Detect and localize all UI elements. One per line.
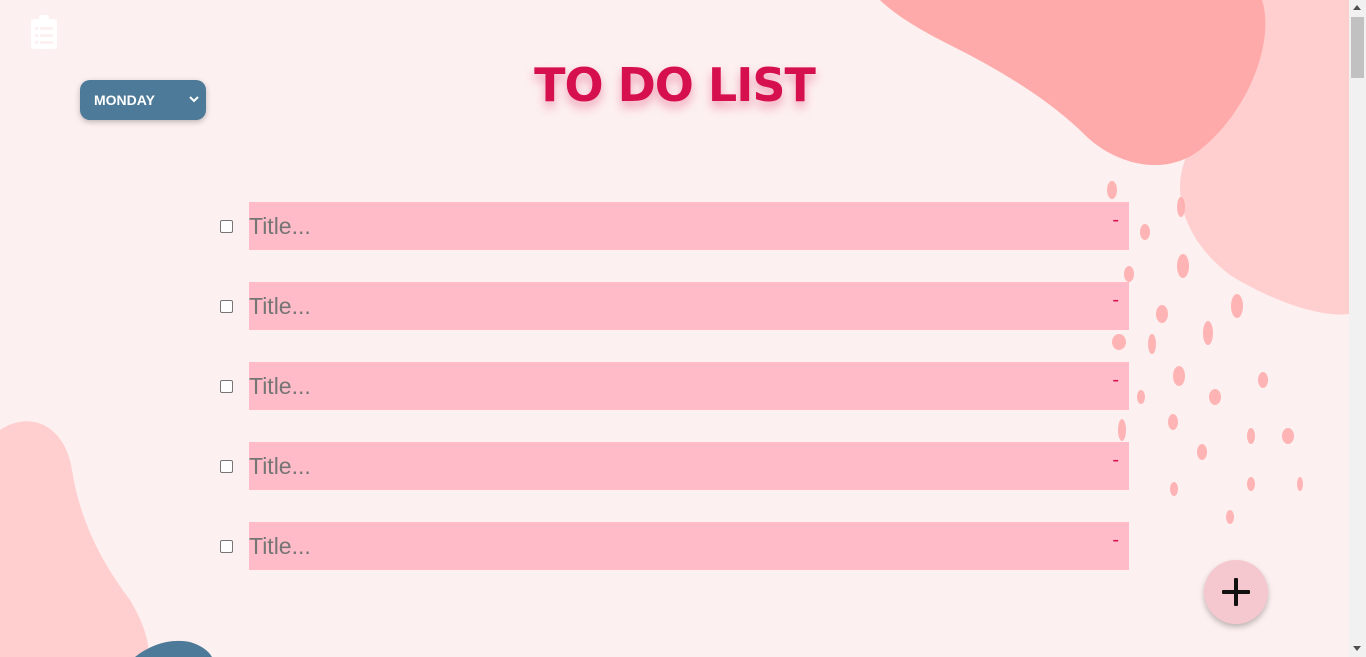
add-task-button[interactable] <box>1204 560 1268 624</box>
task-title-input[interactable]: Title... <box>249 522 311 570</box>
task-title-field[interactable]: Title... - <box>249 442 1129 490</box>
task-title-field[interactable]: Title... - <box>249 362 1129 410</box>
task-checkbox[interactable] <box>220 300 233 313</box>
plus-icon <box>1222 578 1250 606</box>
scroll-up-icon[interactable] <box>1353 5 1361 10</box>
task-title-field[interactable]: Title... - <box>249 522 1129 570</box>
task-title-input[interactable]: Title... <box>249 442 311 490</box>
clipboard-list-icon[interactable] <box>31 15 57 49</box>
task-title-input[interactable]: Title... <box>249 362 311 410</box>
task-title-field[interactable]: Title... - <box>249 282 1129 330</box>
task-title-input[interactable]: Title... <box>249 282 311 330</box>
scroll-down-icon[interactable] <box>1353 646 1361 651</box>
remove-task-button[interactable]: - <box>1112 369 1119 392</box>
task-row: Title... - <box>219 522 1129 570</box>
task-checkbox[interactable] <box>220 380 233 393</box>
scroll-thumb[interactable] <box>1351 17 1364 78</box>
task-row: Title... - <box>219 202 1129 250</box>
remove-task-button[interactable]: - <box>1112 529 1119 552</box>
task-title-field[interactable]: Title... - <box>249 202 1129 250</box>
task-checkbox[interactable] <box>220 540 233 553</box>
task-checkbox[interactable] <box>220 220 233 233</box>
background-blob-bottom-left <box>0 421 149 657</box>
task-title-input[interactable]: Title... <box>249 202 311 250</box>
task-row: Title... - <box>219 442 1129 490</box>
task-checkbox[interactable] <box>220 460 233 473</box>
task-row: Title... - <box>219 362 1129 410</box>
remove-task-button[interactable]: - <box>1112 449 1119 472</box>
vertical-scrollbar[interactable] <box>1349 0 1366 657</box>
remove-task-button[interactable]: - <box>1112 289 1119 312</box>
remove-task-button[interactable]: - <box>1112 209 1119 232</box>
page-title: TO DO LIST <box>534 58 816 112</box>
task-row: Title... - <box>219 282 1129 330</box>
